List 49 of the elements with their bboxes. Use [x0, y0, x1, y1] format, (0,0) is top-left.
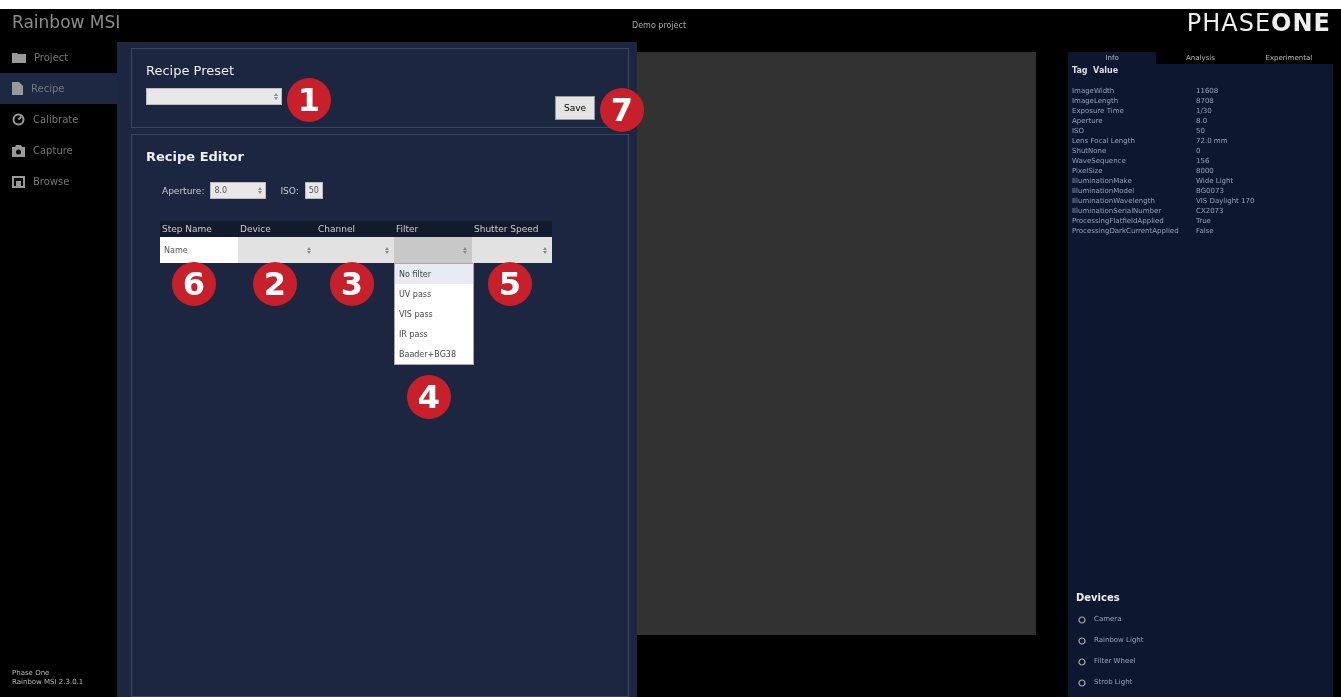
power-icon[interactable] [1078, 678, 1086, 687]
logo: PHASEONE [1186, 9, 1331, 37]
callout-number: 5 [488, 262, 532, 306]
table-header: Tag Value [1071, 65, 1120, 77]
section-title: Recipe Preset [146, 63, 236, 78]
callout-number: 6 [172, 262, 216, 306]
spin-arrows-icon [463, 246, 467, 254]
sidebar-item[interactable]: Calibrate [0, 104, 117, 135]
power-icon[interactable] [1078, 636, 1086, 645]
callout-number: 1 [287, 78, 331, 122]
section-title: Recipe Editor [146, 149, 245, 164]
filter-select[interactable] [394, 237, 472, 263]
devices-title: Devices [1076, 592, 1121, 603]
spin-arrows-icon [307, 246, 311, 254]
shutter-speed-select[interactable] [472, 237, 552, 263]
aperture-label: Aperture: [162, 185, 205, 196]
save-button[interactable]: Save [555, 96, 596, 120]
callout-number: 2 [253, 262, 297, 306]
device-select[interactable] [238, 237, 316, 263]
callout-number: 7 [600, 88, 644, 132]
project-title: Demo project [632, 21, 687, 30]
column-header: Device [239, 224, 272, 234]
column-header: Step Name [161, 224, 213, 234]
sidebar-item[interactable]: Browse [0, 166, 117, 197]
sidebar-item[interactable]: Project [0, 42, 117, 73]
spin-arrows-icon [258, 187, 263, 194]
column-header: Filter [395, 224, 420, 234]
spin-arrows-icon [274, 93, 278, 100]
name-field[interactable]: Name [160, 237, 238, 263]
spin-arrows-icon [543, 246, 547, 254]
preset-select[interactable] [146, 88, 282, 105]
app-title: Rainbow MSI [11, 11, 122, 32]
iso-field[interactable]: 50 [304, 182, 323, 199]
column-header: Channel [317, 224, 356, 234]
document-icon [12, 82, 23, 95]
camera-icon [12, 144, 25, 157]
power-icon[interactable] [1078, 657, 1086, 666]
spin-arrows-icon [385, 246, 389, 254]
callout-number: 4 [407, 375, 451, 419]
iso-label: ISO: [280, 185, 299, 196]
aperture-spinbox[interactable]: 8.0 [210, 182, 267, 199]
gauge-icon [12, 113, 25, 126]
column-header: Shutter Speed [473, 224, 540, 234]
callout-number: 3 [330, 262, 374, 306]
sidebar-item[interactable]: Capture [0, 135, 117, 166]
folder-icon [12, 52, 26, 63]
power-icon[interactable] [1078, 615, 1086, 624]
browse-icon [12, 175, 25, 188]
dropdown-option[interactable]: No filter [395, 264, 473, 284]
